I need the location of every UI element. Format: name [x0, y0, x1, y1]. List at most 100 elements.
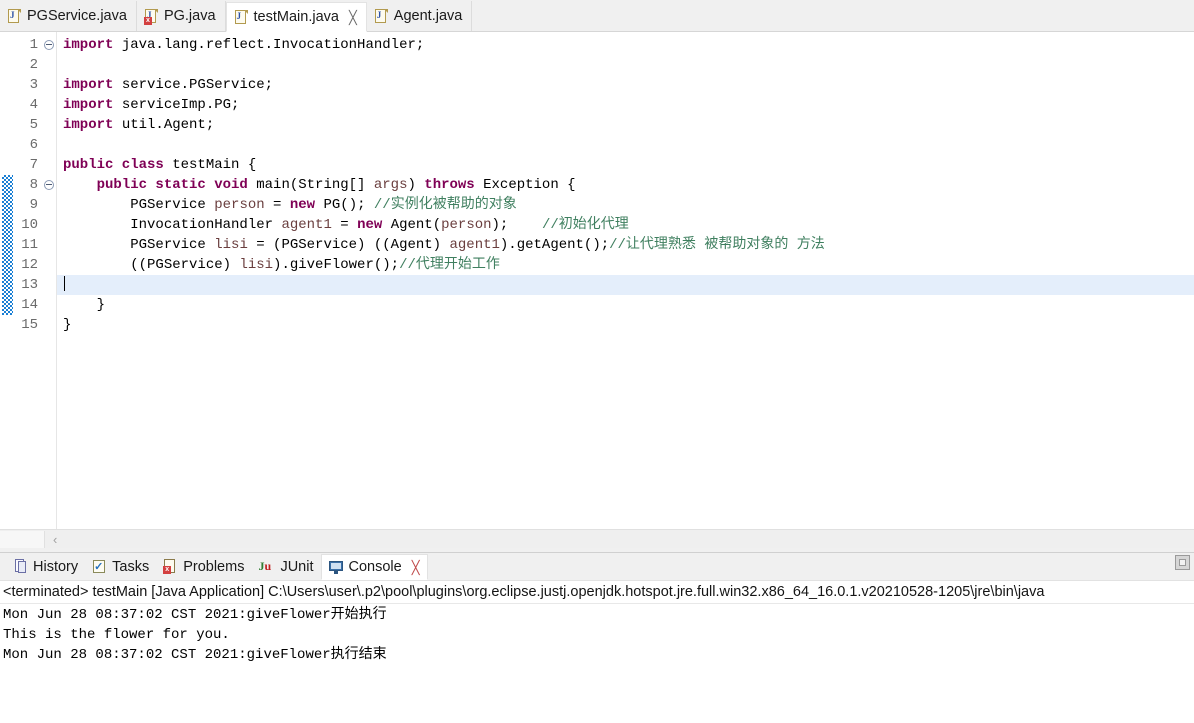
view-tab-console[interactable]: Console ╳	[320, 554, 428, 580]
code-token-kw: public class	[63, 157, 164, 173]
line-number-ruler: 1 2 3 4 5 6 7 8 9 10 11 12 13 14 15	[14, 32, 42, 529]
code-line[interactable]: PGService person = new PG(); //实例化被帮助的对象	[63, 195, 1194, 215]
code-token-cmt: //初始化代理	[541, 217, 629, 233]
code-token-pln: PGService	[63, 237, 215, 253]
scrollbar-left-cap	[0, 530, 45, 548]
changed-lines-indicator	[2, 175, 13, 315]
view-tab-label: History	[33, 558, 79, 575]
code-editor[interactable]: 1 2 3 4 5 6 7 8 9 10 11 12 13 14 15 import java.lang.r…	[0, 32, 1194, 529]
close-icon[interactable]: ╳	[412, 561, 420, 574]
code-token-var: agent1	[449, 237, 500, 253]
view-tab-label: Tasks	[112, 558, 150, 575]
code-line[interactable]: PGService lisi = (PGService) ((Agent) ag…	[63, 235, 1194, 255]
code-token-pln	[63, 177, 97, 193]
line-number: 4	[29, 97, 38, 113]
code-token-pln: java.lang.reflect.InvocationHandler;	[113, 37, 425, 53]
view-tab-history[interactable]: History	[6, 554, 85, 580]
code-token-pln: Exception {	[474, 177, 576, 193]
console-view[interactable]: <terminated> testMain [Java Application]…	[0, 580, 1194, 721]
code-token-var: person	[214, 197, 265, 213]
view-tab-tasks[interactable]: ✓ Tasks	[85, 554, 156, 580]
code-line[interactable]	[63, 55, 1194, 75]
code-token-pln: testMain {	[163, 157, 257, 173]
collapse-fold-icon[interactable]	[44, 40, 54, 50]
line-number: 9	[29, 197, 38, 213]
code-token-pln: );	[491, 217, 542, 233]
code-token-var: lisi	[214, 237, 248, 253]
line-number: 2	[29, 57, 38, 73]
code-line[interactable]: import util.Agent;	[63, 115, 1194, 135]
code-token-kw: import	[63, 37, 114, 53]
line-number: 5	[29, 117, 38, 133]
code-token-pln: ).giveFlower();	[273, 257, 400, 273]
tasks-icon: ✓	[93, 560, 106, 573]
view-tab-bar: History ✓ Tasks x Problems Ju JUnit Console ╳	[0, 553, 1194, 580]
code-token-pln: service.PGService;	[113, 77, 274, 93]
code-line[interactable]: public static void main(String[] args) t…	[63, 175, 1194, 195]
line-number: 6	[29, 137, 38, 153]
editor-tab-label: Agent.java	[393, 7, 463, 24]
code-token-pln: =	[264, 197, 290, 213]
view-toolbar	[1175, 555, 1190, 570]
code-token-pln: util.Agent;	[113, 117, 215, 133]
editor-tab-pgservice-java[interactable]: J PGService.java	[0, 1, 137, 31]
text-caret	[64, 276, 65, 291]
editor-tab-label: PG.java	[163, 7, 216, 24]
fold-cell	[42, 275, 56, 295]
fold-cell	[42, 135, 56, 155]
close-icon[interactable]: ╳	[349, 11, 357, 24]
junit-icon: Ju	[258, 559, 272, 573]
editor-tab-testmain-java[interactable]: JtestMain.java ╳	[225, 2, 367, 32]
line-number: 11	[21, 237, 38, 253]
code-token-kw: new	[289, 197, 316, 213]
line-number: 12	[21, 257, 38, 273]
code-token-pln: InvocationHandler	[63, 217, 282, 233]
collapse-fold-icon[interactable]	[44, 180, 54, 190]
fold-cell	[42, 215, 56, 235]
editor-tab-label: testMain.java	[253, 8, 339, 25]
console-process-label: <terminated> testMain [Java Application]…	[0, 581, 1194, 604]
view-tab-label: JUnit	[280, 558, 314, 575]
code-line[interactable]: import serviceImp.PG;	[63, 95, 1194, 115]
code-token-var: lisi	[239, 257, 274, 273]
code-token-pln: }	[63, 317, 72, 333]
code-line[interactable]: InvocationHandler agent1 = new Agent(per…	[63, 215, 1194, 235]
code-line[interactable]	[63, 135, 1194, 155]
fold-cell	[42, 115, 56, 135]
fold-cell	[42, 35, 56, 55]
code-line[interactable]: import java.lang.reflect.InvocationHandl…	[63, 35, 1194, 55]
chevron-left-icon[interactable]: ‹	[53, 533, 57, 546]
bottom-view-stack: History ✓ Tasks x Problems Ju JUnit Console ╳ <t…	[0, 552, 1194, 721]
java-file-icon: J	[374, 8, 389, 24]
fold-cell	[42, 95, 56, 115]
code-line[interactable]	[57, 275, 1194, 295]
code-token-pln: )	[407, 177, 425, 193]
line-number: 1	[29, 37, 38, 53]
view-tab-problems[interactable]: x Problems	[156, 554, 251, 580]
view-tab-junit[interactable]: Ju JUnit	[251, 554, 320, 580]
folding-ruler[interactable]	[42, 32, 57, 529]
fold-cell	[42, 315, 56, 335]
code-token-kw: import	[63, 97, 114, 113]
history-icon	[13, 559, 28, 574]
editor-tab-agent-java[interactable]: J Agent.java	[366, 1, 473, 31]
editor-tab-label: PGService.java	[27, 7, 127, 24]
code-token-pln: =	[331, 217, 358, 233]
code-token-pln: ((PGService)	[63, 257, 240, 273]
code-line[interactable]: }	[63, 295, 1194, 315]
line-number: 15	[21, 317, 38, 333]
editor-horizontal-scrollbar[interactable]: ‹	[0, 529, 1194, 548]
fold-cell	[42, 235, 56, 255]
java-file-icon: J	[234, 9, 249, 25]
code-line[interactable]: import service.PGService;	[63, 75, 1194, 95]
line-number: 14	[21, 297, 38, 313]
code-line[interactable]: public class testMain {	[63, 155, 1194, 175]
source-code-text[interactable]: import java.lang.reflect.InvocationHandl…	[57, 32, 1194, 529]
code-token-var: args	[373, 177, 408, 193]
problems-icon: x	[163, 559, 178, 574]
code-token-pln: Agent(	[382, 217, 442, 233]
maximize-button[interactable]	[1175, 555, 1190, 570]
editor-tab-pg-java[interactable]: Jx PG.java	[136, 1, 226, 31]
code-line[interactable]: ((PGService) lisi).giveFlower();//代理开始工作	[63, 255, 1194, 275]
code-line[interactable]: }	[63, 315, 1194, 335]
